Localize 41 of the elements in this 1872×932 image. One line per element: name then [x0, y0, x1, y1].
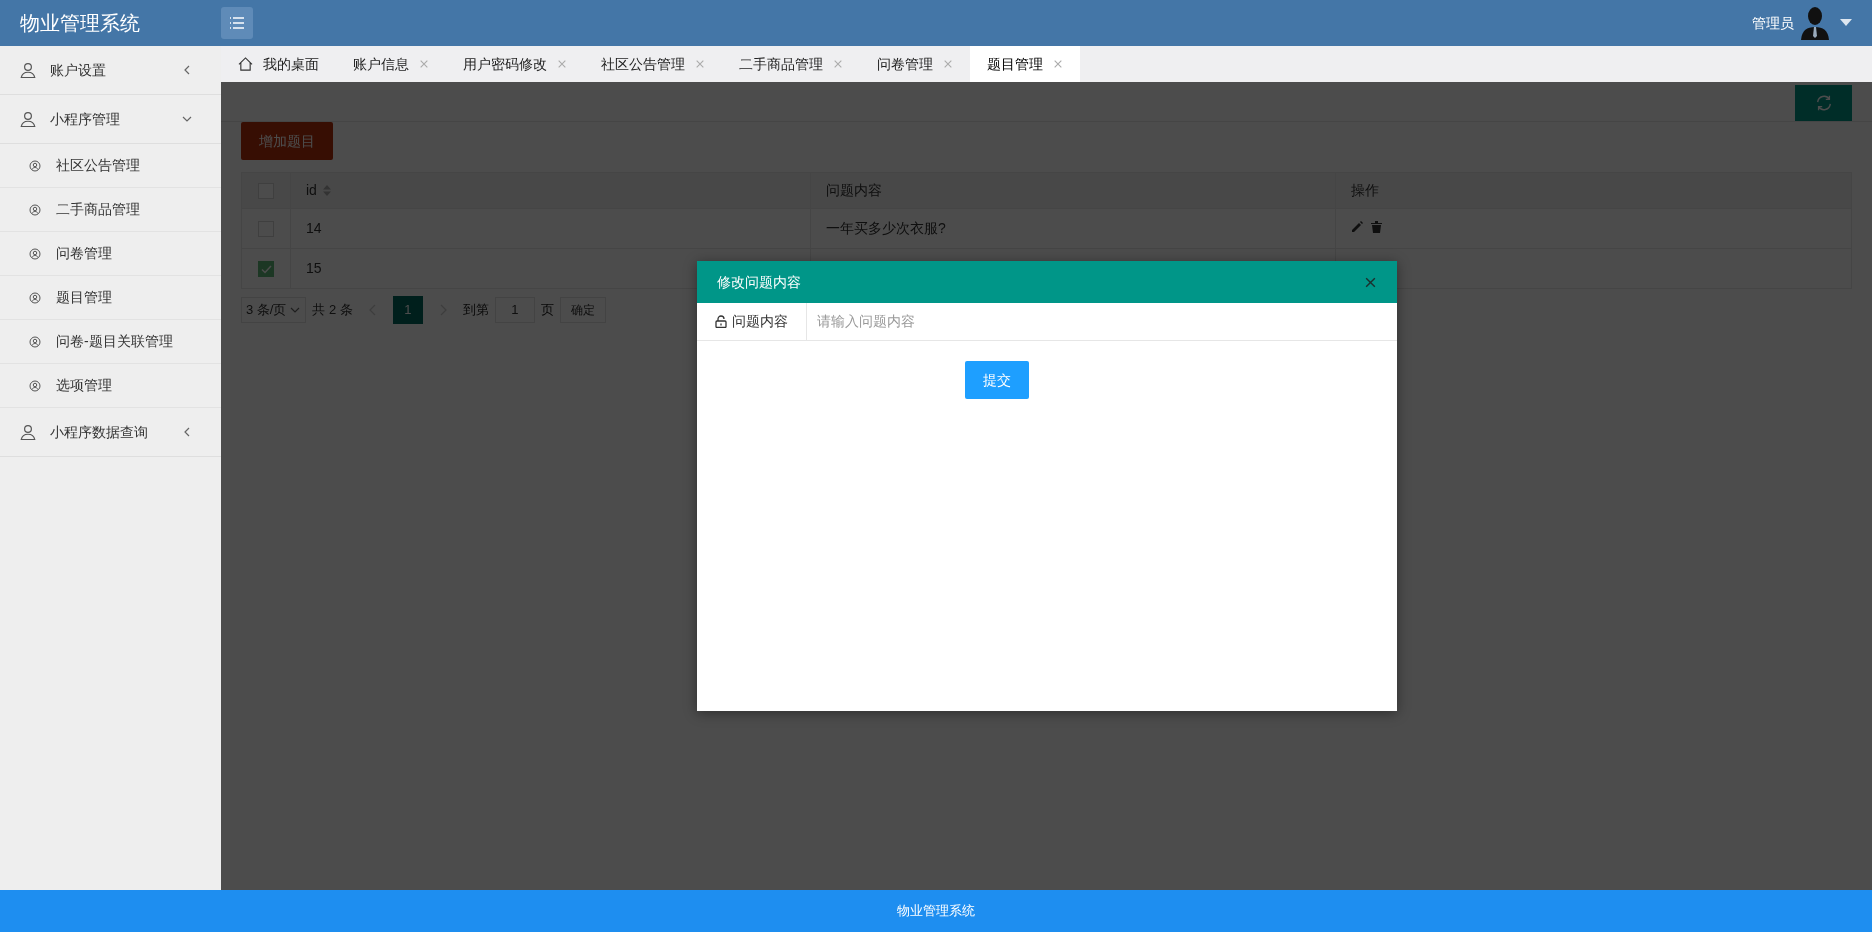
page-unit: 页	[540, 301, 554, 320]
user-circle-icon	[29, 291, 41, 304]
footer-text: 物业管理系统	[897, 902, 975, 921]
question-input[interactable]: 请输入问题内容	[807, 303, 1397, 340]
user-circle-icon	[29, 247, 41, 260]
sidebar-group-label: 小程序数据查询	[50, 422, 149, 442]
user-icon	[19, 61, 37, 79]
menu-toggle-button[interactable]	[221, 7, 253, 39]
tab[interactable]: 账户信息	[336, 46, 446, 82]
tab[interactable]: 我的桌面	[221, 46, 336, 82]
sidebar-group-label: 账户设置	[50, 60, 107, 80]
dropdown-caret-icon[interactable]	[1840, 19, 1852, 27]
tab-close-icon[interactable]	[419, 59, 429, 69]
tab-close-icon[interactable]	[943, 59, 953, 69]
avatar-icon[interactable]	[1800, 6, 1830, 40]
field-label: 问题内容	[697, 303, 807, 340]
tab-close-icon[interactable]	[695, 59, 705, 69]
unlock-icon	[715, 315, 727, 328]
user-circle-icon	[29, 203, 41, 216]
user-circle-icon	[29, 159, 41, 172]
tab[interactable]: 用户密码修改	[446, 46, 584, 82]
tab-close-icon[interactable]	[557, 59, 567, 69]
tab[interactable]: 社区公告管理	[584, 46, 722, 82]
tab[interactable]: 题目管理	[970, 46, 1080, 82]
close-icon[interactable]	[1364, 275, 1377, 289]
tab[interactable]: 二手商品管理	[722, 46, 860, 82]
tab[interactable]: 问卷管理	[860, 46, 970, 82]
sidebar-group-label: 小程序管理	[50, 109, 121, 129]
user-circle-icon	[29, 335, 41, 348]
goto-label: 到第	[462, 301, 489, 320]
menu-icon	[229, 17, 245, 29]
user-name[interactable]: 管理员	[1752, 12, 1794, 34]
app-title: 物业管理系统	[19, 11, 141, 36]
user-circle-icon	[29, 379, 41, 392]
tab-close-icon[interactable]	[833, 59, 843, 69]
user-icon	[19, 423, 37, 441]
tab-close-icon[interactable]	[1053, 59, 1063, 69]
home-icon	[238, 57, 253, 71]
user-icon	[19, 110, 37, 128]
total-count: 共 2 条	[312, 301, 353, 320]
modal-title: 修改问题内容	[717, 272, 802, 292]
